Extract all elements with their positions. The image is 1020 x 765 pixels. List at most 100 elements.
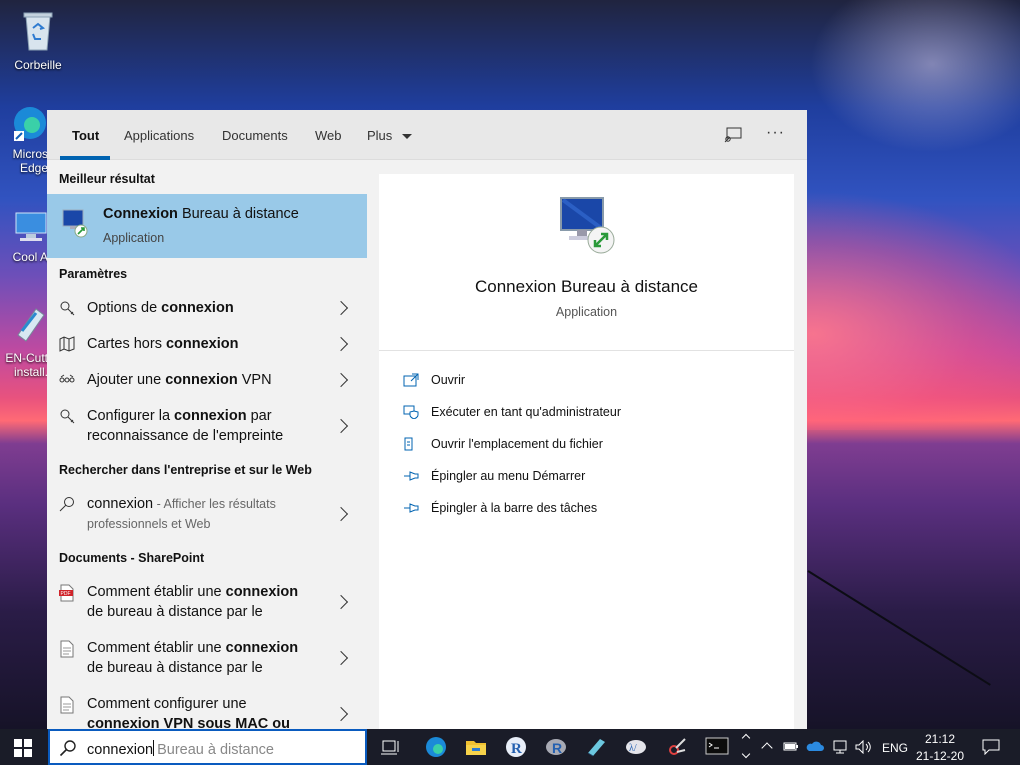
chevron-down-icon: [741, 749, 751, 759]
web-search-result[interactable]: connexion - Afficher les résultats profes…: [47, 494, 367, 538]
tab-more-label: Plus: [367, 128, 393, 143]
settings-result-label: Configurer la connexion par reconnaissanc…: [87, 408, 284, 444]
remote-desktop-icon: [61, 208, 89, 243]
snipping-tool-icon[interactable]: [665, 736, 687, 758]
tab-applications[interactable]: Applications: [124, 128, 194, 143]
network-icon[interactable]: [831, 740, 849, 757]
r-app-icon[interactable]: R: [505, 736, 527, 758]
windows-icon: [14, 739, 32, 757]
document-result[interactable]: Comment configurer une connexion VPN sous…: [47, 694, 367, 730]
battery-icon[interactable]: [783, 740, 799, 755]
shield-icon: [403, 405, 419, 420]
clock[interactable]: 21:12 21-12-20: [912, 731, 968, 765]
tab-web[interactable]: Web: [315, 128, 342, 143]
preview-title: Connexion Bureau à distance: [474, 277, 699, 296]
web-search-label: connexion - Afficher les résultats profes…: [87, 496, 276, 531]
document-icon: [59, 696, 75, 714]
best-match-title: Connexion Bureau à distance: [103, 206, 299, 222]
clock-time: 21:12: [924, 732, 956, 746]
section-sharepoint: Documents - SharePoint: [59, 551, 205, 565]
folder-location-icon: [403, 437, 419, 451]
desktop-icon-edge[interactable]: Micros Edge: [0, 105, 48, 175]
terminal-icon[interactable]: [705, 736, 729, 758]
settings-result[interactable]: Configurer la connexion par reconnaissanc…: [47, 406, 367, 450]
tab-all[interactable]: Tout: [72, 128, 99, 143]
best-match-result[interactable]: Connexion Bureau à distance Application: [47, 194, 367, 258]
document-icon: [59, 640, 75, 658]
chevron-up-icon: [741, 733, 751, 743]
volume-icon[interactable]: [855, 739, 873, 757]
notepad-app-icon[interactable]: [585, 736, 607, 758]
svg-text:R: R: [552, 740, 562, 756]
key-icon: [59, 300, 75, 316]
settings-result[interactable]: Options de connexion: [47, 298, 367, 322]
pdf-icon: PDF: [59, 584, 75, 602]
installer-icon: [14, 305, 48, 348]
preview-subtitle: Application: [555, 305, 618, 319]
action-pin-taskbar-label: Épingler à la barre des tâches: [431, 501, 598, 515]
desktop-icon-label: Micros Edge: [12, 147, 48, 175]
svg-text:λ/: λ/: [629, 743, 637, 754]
desktop-icon-recycle-bin[interactable]: Corbeille: [7, 8, 69, 72]
vpn-icon: [59, 372, 75, 388]
offline-map-icon: [59, 336, 75, 352]
search-icon: [59, 739, 77, 757]
search-input[interactable]: connexion Bureau à distance: [48, 729, 367, 765]
tab-documents[interactable]: Documents: [222, 128, 288, 143]
preview-pane: Connexion Bureau à distance Application …: [379, 174, 794, 730]
preview-divider: [379, 350, 794, 351]
desktop-icon-label: Corbeille: [14, 58, 62, 72]
remote-desktop-large-icon: [557, 194, 619, 261]
text-caret: [153, 740, 155, 756]
desktop-icon-label: Cool A: [12, 250, 48, 264]
more-options-icon[interactable]: ···: [766, 124, 785, 142]
action-open-label: Ouvrir: [431, 373, 466, 387]
taskbar-scroll[interactable]: [740, 731, 752, 763]
language-indicator[interactable]: ENG: [882, 741, 908, 755]
search-query: connexion Bureau à distance: [87, 740, 274, 758]
document-result-label: Comment configurer une connexion VPN sous…: [87, 696, 291, 730]
pier: [807, 570, 991, 686]
desktop-icon-label: EN-Cutt install.: [5, 351, 48, 379]
section-web-search: Rechercher dans l'entreprise et sur le W…: [59, 463, 312, 477]
settings-result-label: Cartes hors connexion: [87, 336, 239, 352]
task-view-icon[interactable]: [380, 736, 402, 758]
results-list: Meilleur résultat Connexion Bureau à dis…: [47, 160, 367, 730]
caret-down-icon: [401, 134, 412, 140]
action-run-as-admin-label: Exécuter en tant qu'administrateur: [431, 405, 621, 419]
notifications-icon[interactable]: [982, 739, 1000, 756]
open-icon: [403, 373, 419, 387]
document-result-label: Comment établir une connexion de bureau à…: [87, 640, 299, 676]
cloud: [800, 0, 1020, 160]
section-best-match: Meilleur résultat: [59, 172, 155, 186]
start-button[interactable]: [14, 739, 32, 757]
settings-result[interactable]: Cartes hors connexion: [47, 334, 367, 358]
pin-icon: [403, 501, 419, 515]
svg-text:PDF: PDF: [61, 591, 71, 597]
key-icon: [59, 408, 75, 424]
feedback-icon[interactable]: [724, 127, 742, 143]
edge-icon: [12, 105, 48, 144]
section-settings: Paramètres: [59, 267, 128, 281]
desktop-icon-cool-app[interactable]: Cool A: [0, 210, 48, 264]
document-result[interactable]: PDF Comment établir une connexion de bure…: [47, 582, 367, 626]
search-icon: [59, 496, 75, 512]
svg-text:R: R: [511, 741, 522, 757]
document-result-label: Comment établir une connexion de bureau à…: [87, 584, 299, 620]
file-explorer-icon[interactable]: [465, 736, 487, 758]
recycle-bin-icon: [7, 8, 69, 55]
search-panel: Tout Applications Documents Web Plus ···…: [47, 110, 807, 730]
pin-icon: [403, 469, 419, 483]
math-app-icon[interactable]: λ/: [625, 736, 647, 758]
desktop-icon-installer[interactable]: EN-Cutt install.: [0, 305, 48, 379]
tab-more[interactable]: Plus: [367, 128, 412, 143]
computer-icon: [14, 210, 48, 247]
onedrive-icon[interactable]: [806, 740, 824, 755]
settings-result[interactable]: Ajouter une connexion VPN: [47, 370, 367, 394]
edge-taskbar-icon[interactable]: [425, 736, 447, 758]
best-match-subtitle: Application: [103, 231, 165, 245]
settings-result-label: Options de connexion: [87, 300, 234, 316]
settings-result-label: Ajouter une connexion VPN: [87, 372, 272, 388]
rstudio-icon[interactable]: R: [545, 736, 567, 758]
document-result[interactable]: Comment établir une connexion de bureau à…: [47, 638, 367, 682]
